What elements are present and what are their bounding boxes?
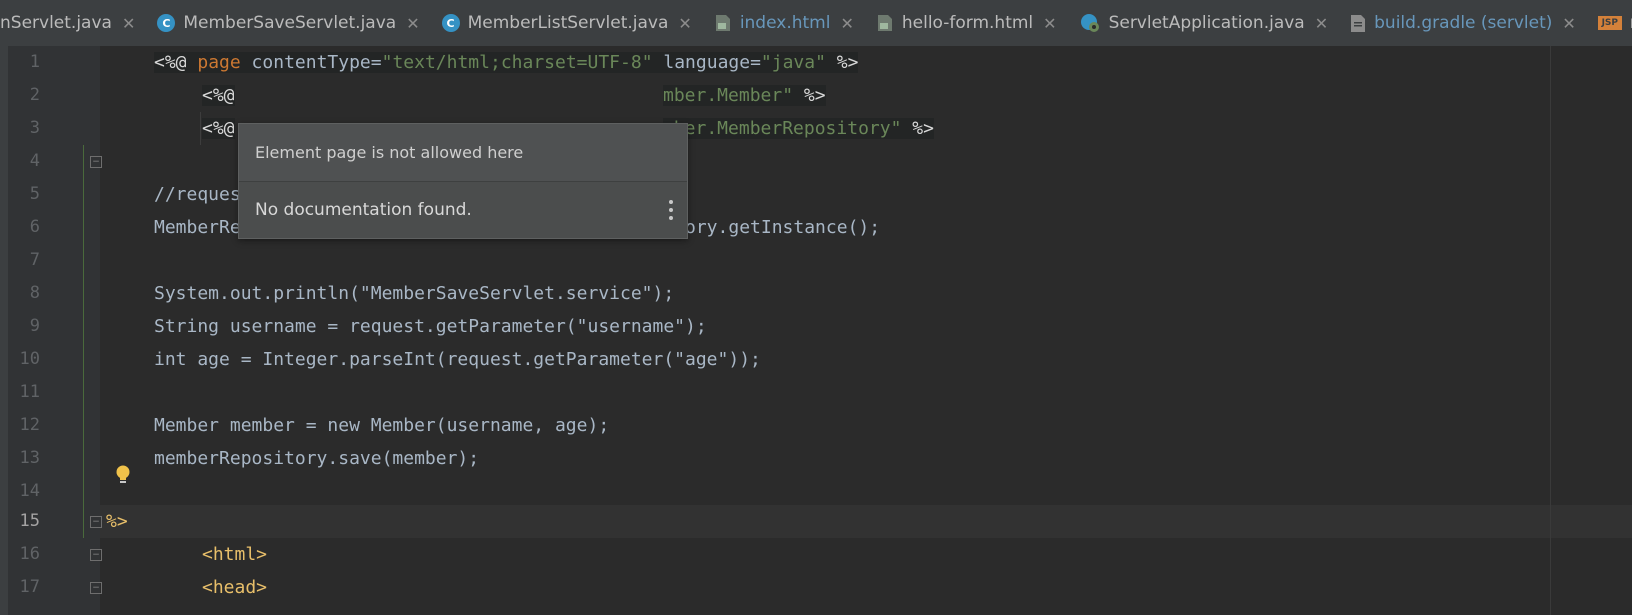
jsp-file-icon: JSP (1597, 16, 1622, 30)
line-content: mber.MemberRepository" %> (663, 118, 934, 139)
fold-icon[interactable]: − (90, 156, 102, 168)
code-line: 15 %> (0, 505, 1632, 538)
code-line: 11 (0, 376, 1632, 409)
line-number: 1 (29, 52, 40, 72)
line-content: System.out.println("MemberSaveServlet.se… (154, 283, 675, 304)
tab-servlet[interactable]: nServlet.java ✕ (0, 0, 147, 46)
line-number: 6 (29, 217, 40, 237)
line-number: 10 (19, 349, 40, 369)
close-icon[interactable]: ✕ (122, 14, 135, 33)
html-file-icon (876, 14, 894, 32)
line-number: 2 (29, 85, 40, 105)
error-documentation-popup: Element page is not allowed here No docu… (238, 123, 688, 239)
line-number: 4 (29, 151, 40, 171)
line-content: int age = Integer.parseInt(request.getPa… (154, 349, 761, 370)
line-content: mber.Member" %> (663, 85, 826, 106)
fold-icon[interactable]: − (90, 516, 102, 528)
close-icon[interactable]: ✕ (1562, 14, 1575, 33)
code-line: 8 System.out.println("MemberSaveServlet.… (0, 277, 1632, 310)
java-class-icon: C (441, 14, 460, 32)
tab-label: nServlet.java (0, 13, 112, 33)
code-editor[interactable]: 1 <%@ page contentType="text/html;charse… (0, 46, 1632, 615)
tab-label: build.gradle (servlet) (1374, 13, 1553, 33)
gradle-file-icon (1350, 14, 1366, 33)
tab-label: MemberListServlet.java (467, 13, 669, 33)
line-content: <%@ page contentType="text/html;charset=… (154, 52, 859, 73)
line-number: 8 (29, 283, 40, 303)
line-content: <%@ (202, 85, 235, 106)
code-line: 7 (0, 244, 1632, 277)
close-icon[interactable]: ✕ (1043, 14, 1056, 33)
line-number: 5 (29, 184, 40, 204)
code-line: 17 <head> (0, 571, 1632, 604)
line-content: <html> (202, 544, 268, 565)
tab-label: MemberSaveServlet.java (183, 13, 397, 33)
spring-app-icon (1079, 12, 1101, 34)
popup-error-message: Element page is not allowed here (239, 124, 687, 182)
code-line: 9 String username = request.getParameter… (0, 310, 1632, 343)
line-content: <%@ (202, 118, 235, 139)
tab-hello-form-html[interactable]: hello-form.html ✕ (866, 0, 1069, 46)
close-icon[interactable]: ✕ (1315, 14, 1328, 33)
line-number: 12 (19, 415, 40, 435)
line-number: 16 (19, 544, 40, 564)
html-file-icon (714, 14, 732, 32)
line-content: memberRepository.save(member); (154, 448, 480, 469)
line-number: 17 (19, 577, 40, 597)
line-number: 9 (29, 316, 40, 336)
tab-member-list-servlet[interactable]: C MemberListServlet.java ✕ (432, 0, 704, 46)
line-content: %> (106, 511, 128, 532)
line-content: <head> (202, 577, 268, 598)
line-content: String username = request.getParameter("… (154, 316, 707, 337)
java-class-icon: C (157, 14, 176, 32)
close-icon[interactable]: ✕ (840, 14, 853, 33)
code-line: 14 (0, 475, 1632, 508)
line-number: 11 (19, 382, 40, 402)
code-line: 10 int age = Integer.parseInt(request.ge… (0, 343, 1632, 376)
line-content: Member member = new Member(username, age… (154, 415, 610, 436)
popup-documentation-text: No documentation found. (239, 182, 687, 239)
tab-index-html[interactable]: index.html ✕ (704, 0, 866, 46)
close-icon[interactable]: ✕ (406, 14, 419, 33)
tab-servlet-application[interactable]: ServletApplication.java ✕ (1069, 0, 1341, 46)
tab-new-form-jsp[interactable]: JSP new-fo (1588, 0, 1632, 46)
tab-member-save-servlet[interactable]: C MemberSaveServlet.java ✕ (147, 0, 431, 46)
fold-icon[interactable]: − (90, 549, 102, 561)
code-line: 13 memberRepository.save(member); (0, 442, 1632, 475)
code-line: 16 <html> (0, 538, 1632, 571)
code-line: 1 <%@ page contentType="text/html;charse… (0, 46, 1632, 79)
code-line: 2 <%@ mber.Member" %> (0, 79, 1632, 112)
tab-label: index.html (739, 13, 831, 33)
tab-build-gradle[interactable]: build.gradle (servlet) ✕ (1340, 0, 1588, 46)
editor-tab-bar: nServlet.java ✕ C MemberSaveServlet.java… (0, 0, 1632, 47)
more-options-icon[interactable] (669, 200, 673, 220)
fold-icon[interactable]: − (90, 582, 102, 594)
line-number: 7 (29, 250, 40, 270)
line-number: 13 (19, 448, 40, 468)
tab-label: ServletApplication.java (1108, 13, 1305, 33)
line-number: 14 (19, 481, 40, 501)
tab-label: hello-form.html (901, 13, 1034, 33)
line-number: 3 (29, 118, 40, 138)
line-number: 15 (19, 511, 40, 531)
code-line: 12 Member member = new Member(username, … (0, 409, 1632, 442)
lightbulb-icon[interactable] (114, 464, 132, 486)
close-icon[interactable]: ✕ (678, 14, 691, 33)
